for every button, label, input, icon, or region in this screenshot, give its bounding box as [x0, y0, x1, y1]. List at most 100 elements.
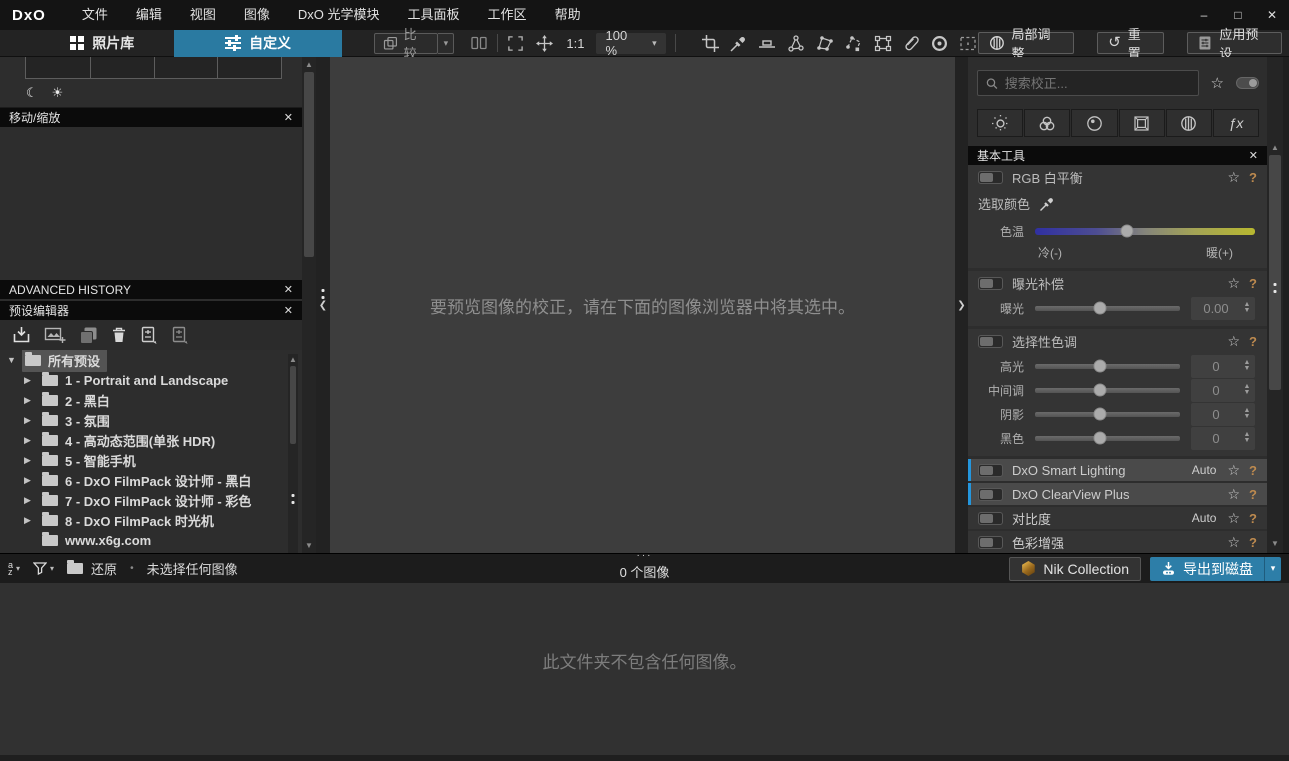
- export-to-disk-button[interactable]: 导出到磁盘: [1150, 556, 1264, 581]
- spin-down-icon[interactable]: ▼: [1244, 307, 1251, 314]
- preset-tree-item[interactable]: 7 - DxO FilmPack 设计师 - 彩色: [0, 490, 302, 510]
- tone-value-box[interactable]: 0 ▲ ▼: [1191, 426, 1255, 450]
- tree-expander-icon[interactable]: [24, 435, 39, 446]
- delete-preset-icon[interactable]: [111, 326, 127, 344]
- zoom-1to1-button[interactable]: 1:1: [566, 36, 584, 51]
- advanced-history-close-icon[interactable]: ✕: [284, 283, 293, 296]
- zoom-level-select[interactable]: 100 % ▾: [596, 28, 666, 58]
- perspective-tool-icon[interactable]: [873, 34, 893, 53]
- palette-tab-light[interactable]: [977, 109, 1024, 137]
- compare-button[interactable]: 比较: [373, 27, 439, 61]
- tone-slider[interactable]: [1035, 431, 1180, 445]
- exposure-help-icon[interactable]: ?: [1249, 276, 1257, 291]
- tool-row-checkbox[interactable]: [978, 463, 1003, 477]
- expand-right-panel-icon[interactable]: ❯: [955, 300, 968, 311]
- right-splitter-handle[interactable]: [1273, 283, 1277, 293]
- palette-tab-color[interactable]: [1024, 109, 1071, 137]
- right-scroll-up-icon[interactable]: ▲: [1267, 143, 1283, 152]
- correction-tool-row[interactable]: DxO Smart Lighting Auto ☆ ?: [968, 459, 1267, 481]
- preset-tree-item[interactable]: 所有预设: [0, 350, 302, 372]
- favorites-filter-icon[interactable]: ☆: [1211, 74, 1224, 92]
- tree-expander-icon[interactable]: [7, 355, 22, 365]
- preset-tree-scrollbar[interactable]: ▲: [288, 354, 298, 553]
- right-scroll-down-icon[interactable]: ▼: [1267, 539, 1283, 548]
- menu-item[interactable]: 帮助: [541, 0, 595, 30]
- local-selection-tool-icon[interactable]: [958, 34, 978, 53]
- correction-tool-row[interactable]: 色彩增强 ☆ ?: [968, 531, 1267, 553]
- control-point-tool-icon[interactable]: [786, 34, 806, 53]
- compare-dropdown[interactable]: ▾: [438, 32, 455, 54]
- apply-preset-button[interactable]: 应用预设: [1187, 27, 1283, 61]
- tree-scroll-up-icon[interactable]: ▲: [288, 355, 298, 364]
- color-picker-icon[interactable]: [1039, 196, 1055, 212]
- preset-tree-item[interactable]: 2 - 黑白: [0, 390, 302, 410]
- white-balance-picker-icon[interactable]: [729, 34, 748, 53]
- spin-down-icon[interactable]: ▼: [1244, 389, 1251, 396]
- right-panel-scrollbar[interactable]: ▲ ▼: [1267, 57, 1283, 553]
- menu-item[interactable]: 文件: [68, 0, 122, 30]
- white-balance-favorite-icon[interactable]: ☆: [1227, 169, 1240, 186]
- move-zoom-close-icon[interactable]: ✕: [284, 111, 293, 124]
- tree-expander-icon[interactable]: [24, 415, 39, 426]
- preset-tree-item[interactable]: 5 - 智能手机: [0, 450, 302, 470]
- browser-resize-handle[interactable]: ···: [637, 550, 653, 561]
- export-dropdown[interactable]: ▾: [1264, 556, 1281, 581]
- tool-row-help-icon[interactable]: ?: [1249, 535, 1257, 550]
- search-correction-input[interactable]: [1004, 75, 1190, 91]
- control-line-tool-icon[interactable]: [844, 34, 864, 53]
- reset-button[interactable]: ↺ 重置: [1097, 27, 1165, 61]
- preset-editor-close-icon[interactable]: ✕: [284, 304, 293, 317]
- spin-down-icon[interactable]: ▼: [1244, 413, 1251, 420]
- preset-tree-item[interactable]: www.x6g.com: [0, 530, 302, 550]
- preset-tree-item[interactable]: 1 - Portrait and Landscape: [0, 370, 302, 390]
- preset-tree-item[interactable]: 4 - 高动态范围(单张 HDR): [0, 430, 302, 450]
- exposure-slider-thumb[interactable]: [1093, 301, 1107, 315]
- tree-expander-icon[interactable]: [24, 495, 39, 506]
- tree-expander-icon[interactable]: [24, 455, 39, 466]
- tool-row-favorite-icon[interactable]: ☆: [1227, 510, 1240, 527]
- red-eye-tool-icon[interactable]: [930, 34, 949, 53]
- tone-slider[interactable]: [1035, 407, 1180, 421]
- tool-row-favorite-icon[interactable]: ☆: [1227, 486, 1240, 503]
- palette-tab-effects[interactable]: ƒx: [1212, 109, 1260, 137]
- left-splitter-handle[interactable]: [321, 289, 325, 299]
- duplicate-preset-icon[interactable]: [79, 326, 98, 345]
- tool-row-help-icon[interactable]: ?: [1249, 487, 1257, 502]
- tool-row-checkbox[interactable]: [978, 511, 1003, 525]
- basic-tools-close-icon[interactable]: ✕: [1249, 149, 1258, 162]
- crop-tool-icon[interactable]: [701, 34, 720, 53]
- exposure-slider[interactable]: [1035, 301, 1180, 315]
- minimize-button[interactable]: –: [1187, 0, 1221, 30]
- horizon-tool-icon[interactable]: [757, 34, 777, 53]
- right-scrollbar-thumb[interactable]: [1269, 155, 1281, 390]
- tab-photo-library[interactable]: 照片库: [35, 30, 169, 57]
- new-full-preset-icon[interactable]: [171, 326, 189, 345]
- menu-item[interactable]: 视图: [176, 0, 230, 30]
- repair-tool-icon[interactable]: [902, 34, 921, 53]
- tree-expander-icon[interactable]: [24, 395, 39, 406]
- tone-slider[interactable]: [1035, 383, 1180, 397]
- fit-screen-icon[interactable]: [507, 35, 524, 52]
- tone-slider-thumb[interactable]: [1093, 359, 1107, 373]
- tree-expander-icon[interactable]: [24, 375, 39, 386]
- temperature-slider[interactable]: [1035, 224, 1255, 238]
- tool-row-checkbox[interactable]: [978, 535, 1003, 549]
- nik-collection-button[interactable]: Nik Collection: [1009, 556, 1141, 581]
- menu-item[interactable]: 编辑: [122, 0, 176, 30]
- preset-tree-item[interactable]: 3 - 氛围: [0, 410, 302, 430]
- correction-tool-row[interactable]: 对比度 Auto ☆ ?: [968, 507, 1267, 529]
- collapse-left-panel-icon[interactable]: ❮: [316, 300, 330, 311]
- tone-slider-thumb[interactable]: [1093, 431, 1107, 445]
- tone-slider[interactable]: [1035, 359, 1180, 373]
- tool-row-favorite-icon[interactable]: ☆: [1227, 462, 1240, 479]
- tool-row-favorite-icon[interactable]: ☆: [1227, 534, 1240, 551]
- exposure-favorite-icon[interactable]: ☆: [1227, 275, 1240, 292]
- spin-down-icon[interactable]: ▼: [1244, 365, 1251, 372]
- preset-tree-item[interactable]: 6 - DxO FilmPack 设计师 - 黑白: [0, 470, 302, 490]
- white-balance-checkbox[interactable]: [978, 171, 1003, 184]
- sort-button[interactable]: az ▾: [8, 560, 20, 576]
- left-scroll-down-icon[interactable]: ▼: [302, 541, 316, 550]
- spin-down-icon[interactable]: ▼: [1244, 437, 1251, 444]
- current-folder[interactable]: 还原: [67, 559, 117, 578]
- exposure-checkbox[interactable]: [978, 277, 1003, 290]
